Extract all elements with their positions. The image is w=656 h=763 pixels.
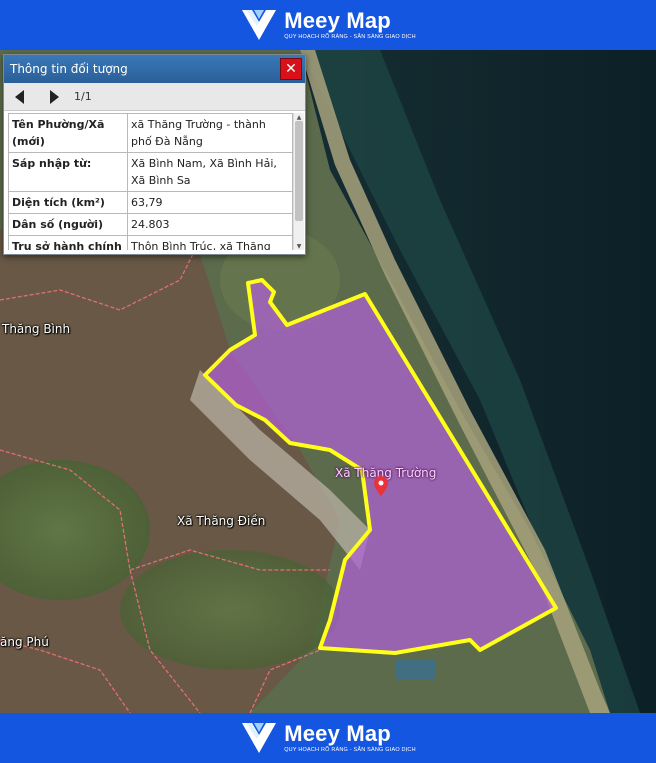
table-row: Diện tích (km²) 63,79 bbox=[8, 191, 293, 214]
attr-key: Dân số (người) bbox=[8, 213, 128, 236]
label-thang-dien[interactable]: Xã Thăng Điền bbox=[177, 514, 265, 528]
pager-count: 1/1 bbox=[74, 90, 92, 103]
brand-tagline: QUY HOẠCH RÕ RÀNG - SẴN SÀNG GIAO DỊCH bbox=[284, 746, 416, 753]
label-thang-binh[interactable]: Thăng Bình bbox=[2, 322, 70, 336]
object-info-panel[interactable]: Thông tin đối tượng ✕ 1/1 Tên Phường/Xã … bbox=[3, 54, 306, 255]
attr-key: Tên Phường/Xã (mới) bbox=[8, 113, 128, 153]
next-button[interactable] bbox=[44, 87, 64, 107]
attr-key: Sáp nhập từ: bbox=[8, 152, 128, 192]
info-panel-title: Thông tin đối tượng bbox=[10, 62, 128, 76]
scroll-thumb[interactable] bbox=[295, 121, 303, 221]
brand-name: Meey Map bbox=[284, 7, 391, 33]
attr-key: Diện tích (km²) bbox=[8, 191, 128, 214]
brand-logo-group[interactable]: Meey Map QUY HOẠCH RÕ RÀNG - SẴN SÀNG GI… bbox=[240, 8, 416, 42]
brand-name: Meey Map bbox=[284, 720, 391, 746]
info-table-container[interactable]: Tên Phường/Xã (mới) xã Thăng Trường - th… bbox=[8, 113, 293, 250]
triangle-right-icon bbox=[50, 89, 59, 104]
prev-button[interactable] bbox=[10, 87, 30, 107]
bottom-brand-bar: Meey Map QUY HOẠCH RÕ RÀNG - SẴN SÀNG GI… bbox=[0, 713, 656, 763]
top-brand-bar: Meey Map QUY HOẠCH RÕ RÀNG - SẴN SÀNG GI… bbox=[0, 0, 656, 50]
table-row: Trụ sở hành chính (mới) Thôn Bình Trúc, … bbox=[8, 235, 293, 250]
location-pin-icon[interactable] bbox=[374, 476, 388, 496]
brand-logo-group-bottom[interactable]: Meey Map QUY HOẠCH RÕ RÀNG - SẴN SÀNG GI… bbox=[240, 721, 416, 755]
label-thang-phu[interactable]: ăng Phú bbox=[0, 635, 49, 649]
table-row: Sáp nhập từ: Xã Bình Nam, Xã Bình Hải, X… bbox=[8, 152, 293, 192]
green-field-2 bbox=[120, 550, 340, 670]
attr-value: 24.803 bbox=[127, 213, 293, 236]
table-row: Dân số (người) 24.803 bbox=[8, 213, 293, 236]
scroll-up-icon[interactable]: ▲ bbox=[294, 113, 304, 121]
industrial-area bbox=[395, 660, 435, 680]
attribute-table: Tên Phường/Xã (mới) xã Thăng Trường - th… bbox=[8, 113, 293, 250]
table-row: Tên Phường/Xã (mới) xã Thăng Trường - th… bbox=[8, 113, 293, 153]
meey-logo-icon bbox=[242, 723, 277, 753]
brand-tagline: QUY HOẠCH RÕ RÀNG - SẴN SÀNG GIAO DỊCH bbox=[284, 33, 416, 40]
attr-key: Trụ sở hành chính (mới) bbox=[8, 235, 128, 250]
attr-value: xã Thăng Trường - thành phố Đà Nẵng bbox=[127, 113, 293, 153]
meey-logo-icon bbox=[242, 10, 277, 40]
info-panel-header[interactable]: Thông tin đối tượng ✕ bbox=[4, 55, 305, 83]
scroll-down-icon[interactable]: ▼ bbox=[294, 242, 304, 250]
attr-value: Xã Bình Nam, Xã Bình Hải, Xã Bình Sa bbox=[127, 152, 293, 192]
attr-value: Thôn Bình Trúc, xã Thăng Trường bbox=[127, 235, 293, 250]
close-button[interactable]: ✕ bbox=[280, 58, 302, 80]
pager: 1/1 bbox=[4, 83, 305, 111]
info-scrollbar[interactable]: ▲ ▼ bbox=[293, 113, 304, 250]
triangle-left-icon bbox=[15, 89, 24, 104]
attr-value: 63,79 bbox=[127, 191, 293, 214]
